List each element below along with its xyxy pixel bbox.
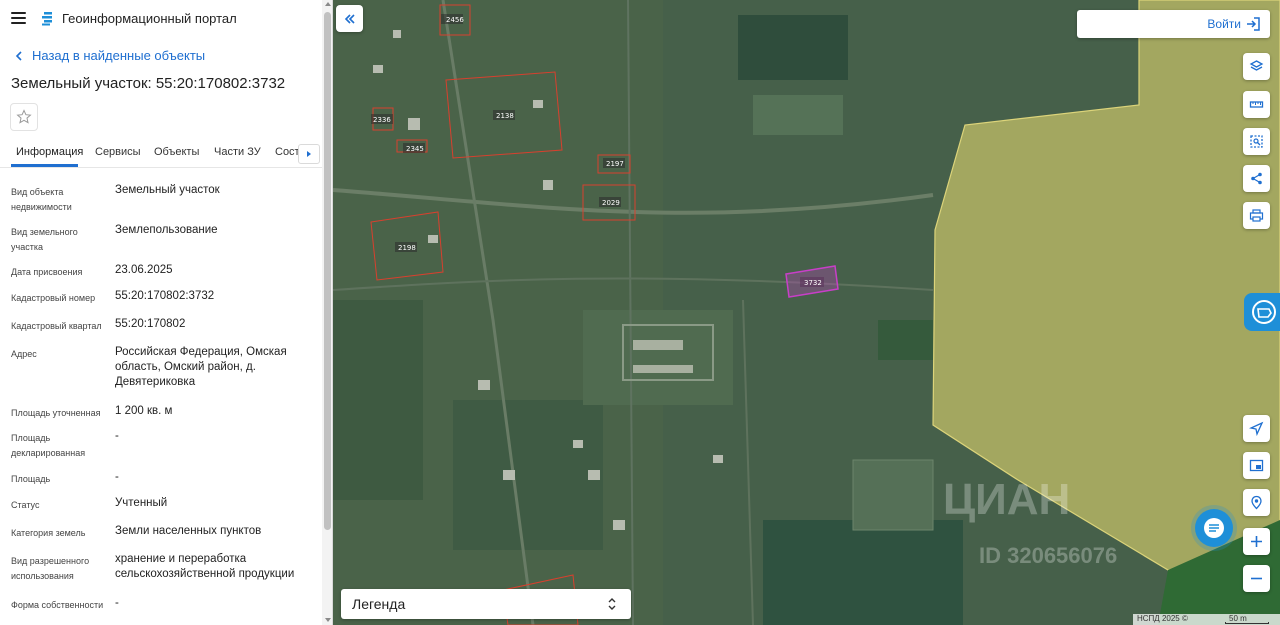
parcel-label: 2456 bbox=[446, 16, 464, 24]
back-to-results-link[interactable]: Назад в найденные объекты bbox=[12, 48, 205, 63]
parcel-label: 2029 bbox=[602, 199, 620, 207]
ruler-button[interactable] bbox=[1243, 91, 1270, 118]
scroll-down-icon[interactable] bbox=[325, 618, 331, 622]
layers-button[interactable] bbox=[1243, 53, 1270, 80]
print-icon bbox=[1249, 209, 1264, 222]
property-value: Землепользование bbox=[115, 224, 218, 236]
parcel-label: 2198 bbox=[398, 244, 416, 252]
menu-icon[interactable] bbox=[11, 12, 26, 24]
property-value: Российская Федерация, Омская область, Ом… bbox=[115, 346, 287, 388]
legend-dropdown[interactable]: Легенда bbox=[341, 589, 631, 619]
attribution-text: НСПД 2025 © bbox=[1137, 614, 1188, 623]
property-label: Площадь декларированная bbox=[11, 433, 86, 458]
property-value: 55:20:170802 bbox=[115, 318, 186, 330]
minimap-button[interactable] bbox=[1243, 452, 1270, 479]
property-value: 1 200 кв. м bbox=[115, 405, 173, 417]
parcel-label: 2138 bbox=[496, 112, 514, 120]
tab-objects[interactable]: Объекты bbox=[154, 146, 199, 158]
feedback-widget-button[interactable] bbox=[1244, 293, 1280, 331]
ruler-icon bbox=[1249, 101, 1264, 108]
updown-chevron-icon bbox=[608, 598, 616, 610]
active-tab-indicator bbox=[11, 164, 78, 167]
collapse-panel-button[interactable] bbox=[336, 5, 363, 32]
double-chevron-left-icon bbox=[344, 13, 355, 24]
tabs-next-button[interactable] bbox=[298, 144, 320, 164]
tabs: Информация Сервисы Объекты Части ЗУ Сост… bbox=[0, 140, 322, 168]
locate-icon bbox=[1249, 421, 1264, 436]
scroll-up-icon[interactable] bbox=[325, 2, 331, 6]
map-view[interactable]: 2456 2138 2336 2345 2197 2029 2198 3732 … bbox=[333, 0, 1280, 625]
feedback-icon bbox=[1252, 300, 1276, 324]
login-button[interactable]: Войти bbox=[1077, 10, 1270, 38]
geo-search-icon bbox=[1251, 495, 1262, 510]
property-label: Адрес bbox=[11, 349, 37, 359]
share-icon bbox=[1251, 172, 1262, 185]
property-value: - bbox=[115, 430, 119, 442]
chevron-left-icon bbox=[15, 50, 22, 61]
property-label: Статус bbox=[11, 500, 40, 510]
property-label: Дата присвоения bbox=[11, 267, 83, 277]
property-value: - bbox=[115, 597, 119, 609]
property-label: Вид разрешенного использования bbox=[11, 556, 90, 581]
minimap-icon bbox=[1249, 459, 1264, 472]
panel-header: Геоинформационный портал bbox=[0, 0, 322, 38]
locate-button[interactable] bbox=[1243, 415, 1270, 442]
portal-logo-icon bbox=[42, 12, 52, 26]
zoom-out-icon bbox=[1251, 577, 1262, 580]
selected-parcel-label: 3732 bbox=[804, 279, 822, 287]
login-icon bbox=[1247, 17, 1260, 31]
property-value: Учтенный bbox=[115, 497, 168, 509]
scale-bar bbox=[1225, 622, 1269, 624]
tab-information[interactable]: Информация bbox=[16, 146, 83, 158]
zoom-in-icon bbox=[1251, 536, 1262, 547]
print-button[interactable] bbox=[1243, 202, 1270, 229]
tab-parts[interactable]: Части ЗУ bbox=[214, 146, 261, 158]
property-value: - bbox=[115, 471, 119, 483]
legend-label: Легенда bbox=[352, 596, 406, 612]
star-icon bbox=[16, 109, 32, 124]
scrollbar-thumb[interactable] bbox=[324, 12, 331, 530]
select-area-icon bbox=[1250, 135, 1263, 148]
parcel-label: 2336 bbox=[373, 116, 391, 124]
map-attribution: НСПД 2025 © 50 m bbox=[1133, 614, 1280, 625]
parcel-label: 2197 bbox=[606, 160, 624, 168]
favorite-button[interactable] bbox=[10, 103, 38, 131]
chat-button[interactable] bbox=[1195, 509, 1233, 547]
property-label: Площадь bbox=[11, 474, 51, 484]
parcel-label: 2345 bbox=[406, 145, 424, 153]
back-link-label: Назад в найденные объекты bbox=[32, 48, 206, 63]
tab-services[interactable]: Сервисы bbox=[95, 146, 141, 158]
chevron-right-icon bbox=[307, 151, 311, 157]
property-label: Вид земельного участка bbox=[11, 227, 78, 252]
share-button[interactable] bbox=[1243, 165, 1270, 192]
property-value: 55:20:170802:3732 bbox=[115, 290, 215, 302]
zoom-in-button[interactable] bbox=[1243, 528, 1270, 555]
property-value: Земли населенных пунктов bbox=[115, 525, 262, 537]
panel-scrollbar[interactable] bbox=[322, 0, 332, 625]
info-panel: Геоинформационный портал Назад в найденн… bbox=[0, 0, 333, 625]
property-label: Форма собственности bbox=[11, 600, 104, 610]
chat-icon bbox=[1204, 518, 1224, 538]
layers-icon bbox=[1249, 60, 1264, 71]
property-label: Категория земель bbox=[11, 528, 86, 538]
geo-search-button[interactable] bbox=[1243, 489, 1270, 516]
property-value: хранение и переработка сельскохозяйствен… bbox=[115, 553, 295, 580]
property-label: Кадастровый номер bbox=[11, 293, 96, 303]
portal-title: Геоинформационный портал bbox=[62, 11, 237, 26]
property-value: 23.06.2025 bbox=[115, 264, 173, 276]
zoom-out-button[interactable] bbox=[1243, 565, 1270, 592]
property-value: Земельный участок bbox=[115, 184, 220, 196]
page-title: Земельный участок: 55:20:170802:3732 bbox=[11, 75, 286, 92]
property-label: Кадастровый квартал bbox=[11, 321, 102, 331]
tab-composition[interactable]: Состав bbox=[275, 146, 299, 158]
satellite-imagery: 2456 2138 2336 2345 2197 2029 2198 3732 bbox=[333, 0, 1280, 625]
login-label: Войти bbox=[1207, 17, 1241, 31]
property-label: Вид объекта недвижимости bbox=[11, 187, 72, 212]
select-area-button[interactable] bbox=[1243, 128, 1270, 155]
property-label: Площадь уточненная bbox=[11, 408, 101, 418]
